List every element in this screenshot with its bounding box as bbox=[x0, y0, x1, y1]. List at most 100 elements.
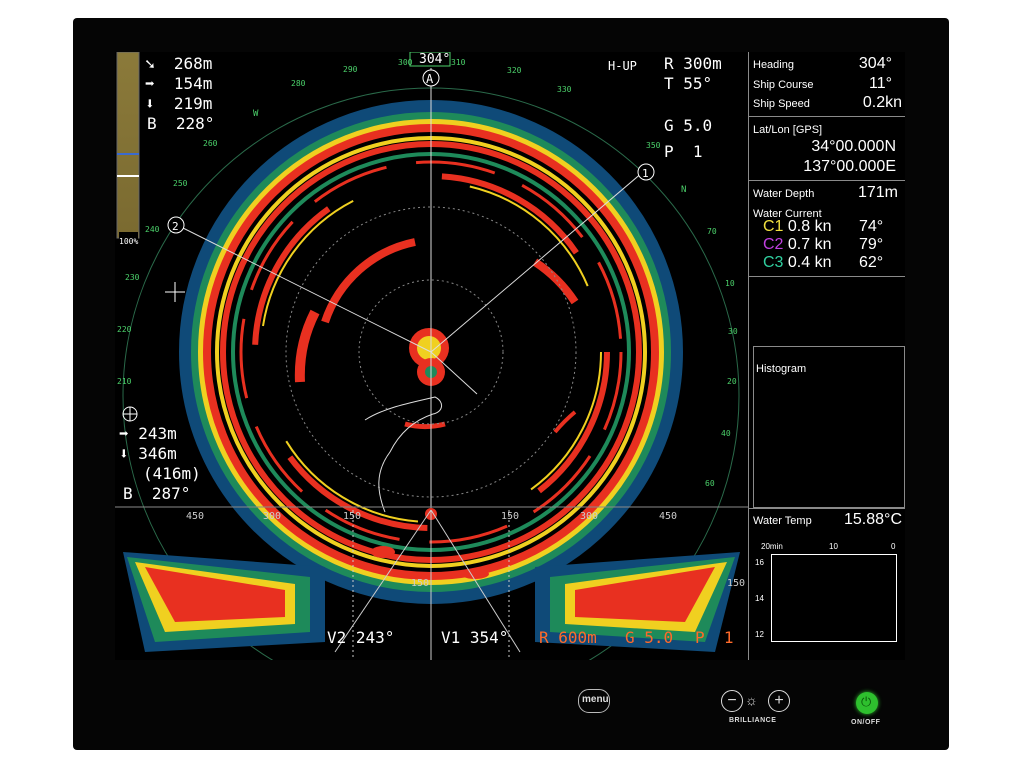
current-row-c3: C3 0.4 kn 62° bbox=[763, 254, 903, 272]
bearing-tick: 70 bbox=[707, 227, 717, 236]
current-direction: 79° bbox=[859, 236, 884, 253]
vertical-gain: G 5.0 bbox=[625, 628, 674, 647]
brilliance-icon: ☼ bbox=[745, 692, 758, 708]
current-direction: 62° bbox=[859, 254, 884, 271]
ship-speed-label: Ship Speed bbox=[753, 98, 810, 110]
target-distance: 243m bbox=[138, 424, 177, 443]
water-depth-value: 171m bbox=[857, 184, 898, 201]
heading-value: 304° bbox=[858, 55, 892, 72]
gain-bar[interactable] bbox=[116, 52, 140, 239]
current-id: C3 bbox=[763, 254, 784, 271]
cursor-distance: 154m bbox=[173, 74, 213, 93]
panel-divider bbox=[749, 508, 905, 509]
bearing-tick: 250 bbox=[173, 179, 188, 188]
menu-label: menu bbox=[582, 694, 609, 705]
data-panel: Heading 304° Ship Course 11° Ship Speed … bbox=[748, 52, 905, 660]
panel-divider bbox=[749, 180, 905, 181]
current-direction: 74° bbox=[859, 218, 884, 235]
current-speed: 0.4 kn bbox=[787, 254, 832, 271]
down-arrow-icon: ⬇ bbox=[119, 444, 129, 463]
ship-course-value: 11° bbox=[868, 75, 892, 92]
vertical-scale-tick: 450 bbox=[186, 511, 205, 522]
gain-bar-label: 100% bbox=[119, 232, 139, 252]
vertical-range: R 600m bbox=[539, 628, 597, 647]
bearing-tick: 230 bbox=[125, 273, 140, 282]
ship-course-label: Ship Course bbox=[753, 79, 814, 91]
temp-chart-frame bbox=[771, 554, 897, 642]
latitude-value: 34°00.000N bbox=[811, 138, 896, 155]
current-speed: 0.8 kn bbox=[787, 218, 832, 235]
current-id: C2 bbox=[763, 236, 784, 253]
marker-1-label: 1 bbox=[642, 167, 649, 180]
menu-button[interactable]: menu bbox=[578, 689, 610, 713]
heading-marker: 304° bbox=[419, 52, 451, 67]
temp-chart: 20min 10 0 16 14 12 bbox=[749, 540, 905, 650]
vertical-preset: P 1 bbox=[695, 628, 734, 647]
vertical-v2-bearing: V2 243° bbox=[327, 628, 395, 647]
bearing-tick: 330 bbox=[557, 85, 572, 94]
tilt-readout: T 55° bbox=[664, 74, 713, 93]
panel-divider bbox=[749, 276, 905, 277]
diagonal-arrow-icon: ➘ bbox=[145, 54, 155, 73]
vertical-depth-tick: 150 bbox=[727, 578, 746, 589]
temp-chart-xtick: 10 bbox=[829, 542, 838, 551]
current-row-c1: C1 0.8 kn 74° bbox=[763, 218, 903, 236]
down-arrow-icon: ⬇ bbox=[145, 94, 155, 113]
panel-divider bbox=[749, 116, 905, 117]
bearing-tick: 320 bbox=[507, 66, 522, 75]
temp-chart-ytick: 14 bbox=[755, 594, 764, 603]
current-speed: 0.7 kn bbox=[787, 236, 832, 253]
vertical-scale-tick: 150 bbox=[501, 511, 520, 522]
brilliance-label: BRILLIANCE bbox=[729, 717, 777, 724]
latlon-label: Lat/Lon [GPS] bbox=[753, 124, 823, 136]
temp-chart-xtick: 20min bbox=[761, 542, 783, 551]
water-temp-value: 15.88°C bbox=[844, 511, 902, 528]
marker-a-label: A bbox=[426, 72, 434, 86]
vertical-v1-bearing: V1 354° bbox=[441, 628, 509, 647]
bearing-tick: 220 bbox=[117, 325, 132, 334]
right-arrow-icon: ➡ bbox=[145, 74, 155, 93]
cursor-horizontal-range: 268m bbox=[173, 54, 213, 73]
brilliance-down-button[interactable]: − bbox=[721, 690, 743, 712]
power-button[interactable]: ⏻ bbox=[856, 692, 878, 714]
bearing-tick: 20 bbox=[727, 377, 737, 386]
bearing-tick: 260 bbox=[203, 139, 218, 148]
gain-readout: G 5.0 bbox=[664, 116, 713, 135]
heading-label: Heading bbox=[753, 59, 794, 71]
ship-speed-value: 0.2kn bbox=[862, 94, 902, 111]
preset-readout: P 1 bbox=[664, 142, 703, 161]
vertical-scale-tick: 300 bbox=[580, 511, 599, 522]
range-readout: R 300m bbox=[664, 54, 722, 73]
current-row-c2: C2 0.7 kn 79° bbox=[763, 236, 903, 254]
longitude-value: 137°00.000E bbox=[803, 158, 896, 175]
cursor-bearing: B 228° bbox=[147, 114, 215, 133]
vertical-scale-tick: 300 bbox=[263, 511, 282, 522]
onoff-label: ON/OFF bbox=[851, 719, 881, 726]
power-icon: ⏻ bbox=[861, 694, 872, 709]
cursor-crosshair[interactable] bbox=[165, 282, 185, 302]
north-label: N bbox=[681, 185, 687, 195]
target-depth: 346m bbox=[138, 444, 177, 463]
sonar-screen: 304° A H-UP R 300m T 55° G 5.0 P 1 1 2 N… bbox=[115, 52, 905, 660]
bearing-tick: 60 bbox=[705, 479, 715, 488]
brilliance-up-button[interactable]: + bbox=[768, 690, 790, 712]
bearing-tick: 40 bbox=[721, 429, 731, 438]
bearing-tick: 240 bbox=[145, 225, 160, 234]
bearing-tick: 30 bbox=[728, 327, 738, 336]
target-icon bbox=[122, 406, 138, 422]
current-id: C1 bbox=[763, 218, 784, 235]
bearing-tick: 10 bbox=[725, 279, 735, 288]
cursor-depth: 219m bbox=[173, 94, 213, 113]
water-depth-label: Water Depth bbox=[753, 188, 815, 200]
plus-icon: + bbox=[774, 692, 784, 709]
bearing-tick: 210 bbox=[117, 377, 132, 386]
temp-chart-xtick: 0 bbox=[891, 542, 896, 551]
histogram-box: Histogram bbox=[753, 346, 905, 508]
marker-2-label: 2 bbox=[172, 220, 179, 233]
bearing-tick: 280 bbox=[291, 79, 306, 88]
right-arrow-icon: ➡ bbox=[119, 424, 129, 443]
histogram-label: Histogram bbox=[756, 363, 807, 375]
vertical-scale-tick: 150 bbox=[343, 511, 362, 522]
target-bearing: B 287° bbox=[123, 484, 191, 503]
target-slant-range: (416m) bbox=[143, 464, 201, 483]
